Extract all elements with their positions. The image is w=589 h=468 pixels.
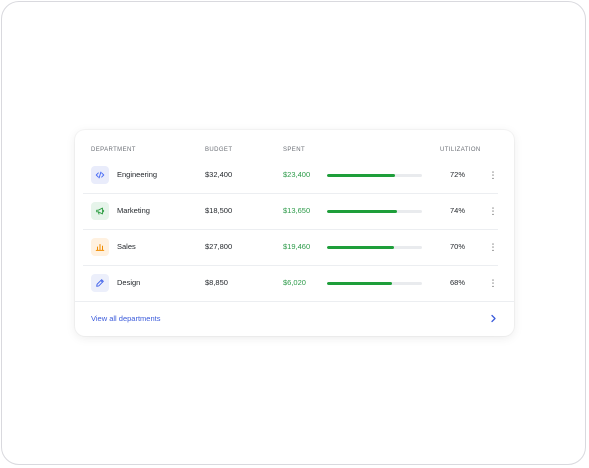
spent-value: $6,020 [283,278,306,287]
utilization-value: 72% [449,170,465,179]
utilization-bar-fill [327,282,392,285]
table-row[interactable]: Marketing $18,500 $13,650 74% ⋮ [75,194,514,230]
megaphone-icon [91,202,109,220]
department-name: Design [117,278,141,287]
code-icon [91,166,109,184]
header-department: DEPARTMENT [91,147,136,153]
utilization-bar-fill [327,210,398,213]
spent-value: $23,400 [283,170,311,179]
header-utilization: UTILIZATION [440,147,481,153]
budget-value: $18,500 [205,206,233,215]
header-spent: SPENT [283,147,306,153]
more-vertical-icon[interactable]: ⋮ [487,275,499,291]
pen-icon [91,274,109,292]
utilization-bar [327,246,422,249]
more-vertical-icon[interactable]: ⋮ [487,167,499,183]
footer-divider [75,301,514,302]
spent-value: $13,650 [283,206,311,215]
utilization-value: 74% [449,206,465,215]
header-budget: BUDGET [205,147,233,153]
budget-value: $32,400 [205,170,233,179]
chevron-right-icon[interactable] [487,311,499,325]
table-row[interactable]: Engineering $32,400 $23,400 72% ⋮ [75,158,514,194]
view-all-departments-link[interactable]: View all departments [91,314,160,323]
utilization-bar [327,210,422,213]
department-name: Engineering [117,170,158,179]
more-vertical-icon[interactable]: ⋮ [487,239,499,255]
table-row[interactable]: Sales $27,800 $19,460 70% ⋮ [75,230,514,266]
utilization-bar [327,174,422,177]
department-name: Marketing [117,206,150,215]
table-row[interactable]: Design $8,850 $6,020 68% ⋮ [75,266,514,302]
budget-value: $27,800 [205,242,233,251]
department-name: Sales [117,242,136,251]
utilization-value: 70% [449,242,465,251]
more-vertical-icon[interactable]: ⋮ [487,203,499,219]
utilization-bar [327,282,422,285]
utilization-bar-fill [327,174,396,177]
utilization-bar-fill [327,246,394,249]
bar-chart-icon [91,238,109,256]
budget-value: $8,850 [205,278,228,287]
spent-value: $19,460 [283,242,311,251]
utilization-value: 68% [449,278,465,287]
departments-card: DEPARTMENT BUDGET SPENT UTILIZATION Engi… [75,130,514,336]
